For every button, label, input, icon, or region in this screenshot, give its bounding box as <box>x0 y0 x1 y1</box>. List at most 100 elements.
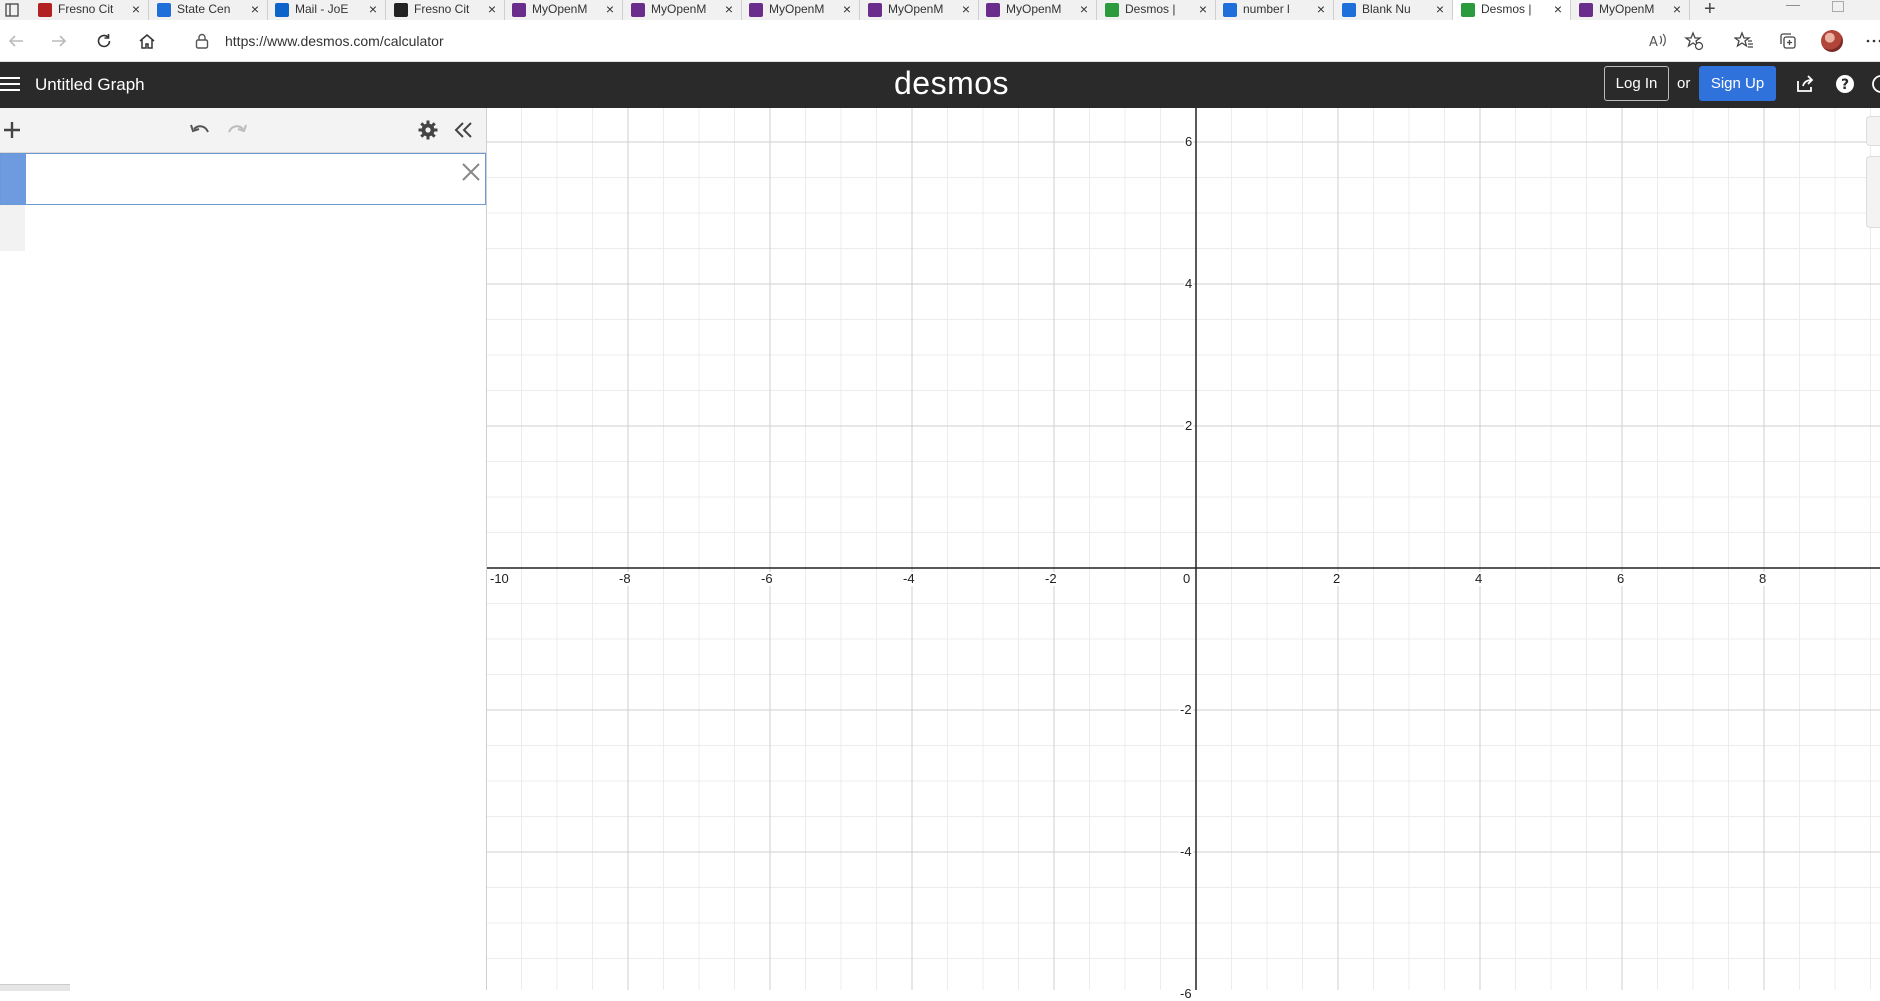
add-item-icon[interactable] <box>0 118 24 142</box>
tab-title: MyOpenM <box>888 2 944 16</box>
browser-tab[interactable]: Fresno Cit × <box>386 0 505 20</box>
x-tick-label: -8 <box>618 571 632 586</box>
myopenmath-icon <box>631 3 645 17</box>
x-tick-label: -6 <box>760 571 774 586</box>
close-tab-icon[interactable]: × <box>1317 1 1325 17</box>
back-arrow-icon[interactable] <box>4 29 28 53</box>
sd-icon <box>394 3 408 17</box>
close-tab-icon[interactable]: × <box>843 1 851 17</box>
tab-title: Fresno Cit <box>414 2 470 16</box>
tab-title: Desmos | <box>1481 2 1532 16</box>
tab-title: Desmos | <box>1125 2 1176 16</box>
close-tab-icon[interactable]: × <box>725 1 733 17</box>
outlook-icon <box>275 3 289 17</box>
redo-icon[interactable] <box>225 118 249 142</box>
maximize-icon[interactable] <box>1832 1 1844 12</box>
browser-tab[interactable]: MyOpenM × <box>1571 0 1690 20</box>
close-tab-icon[interactable]: × <box>1199 1 1207 17</box>
tab-title: Blank Nu <box>1362 2 1411 16</box>
close-tab-icon[interactable]: × <box>369 1 377 17</box>
myopenmath-icon <box>749 3 763 17</box>
collections-icon[interactable] <box>1776 29 1800 53</box>
more-options-icon[interactable] <box>1862 29 1880 53</box>
expression-toolbar <box>0 108 486 153</box>
browser-tab[interactable]: MyOpenM × <box>623 0 742 20</box>
browser-tab[interactable]: MyOpenM × <box>741 0 860 20</box>
tab-title: Mail - JoE <box>295 2 349 16</box>
empty-expression-tab[interactable] <box>0 205 25 251</box>
desmos-icon <box>1461 3 1475 17</box>
zoom-in-button[interactable] <box>1866 116 1880 146</box>
graph-paper[interactable]: -10 -8 -6 -4 -2 0 2 4 6 8 6 4 2 -2 -4 -6 <box>414 0 1880 1001</box>
undo-icon[interactable] <box>188 118 212 142</box>
profile-avatar[interactable] <box>1821 30 1843 52</box>
browser-tab[interactable]: Fresno Cit × <box>30 0 149 20</box>
expression-input[interactable] <box>29 160 453 200</box>
home-icon[interactable] <box>135 29 159 53</box>
lock-icon[interactable] <box>194 32 210 50</box>
y-tick-label: -6 <box>1179 986 1193 1001</box>
browser-tab[interactable]: Desmos | × <box>1452 0 1571 20</box>
close-tab-icon[interactable]: × <box>1554 1 1562 17</box>
browser-tab[interactable]: number l × <box>1215 0 1334 20</box>
close-tab-icon[interactable]: × <box>1436 1 1444 17</box>
zoom-controls[interactable] <box>1866 156 1880 228</box>
x-tick-label: 6 <box>1616 571 1626 586</box>
sign-up-button[interactable]: Sign Up <box>1699 66 1776 101</box>
building-icon <box>157 3 171 17</box>
browser-tab[interactable]: MyOpenM × <box>978 0 1097 20</box>
browser-tab[interactable]: State Cen × <box>149 0 268 20</box>
share-icon[interactable] <box>1794 73 1816 95</box>
close-tab-icon[interactable]: × <box>251 1 259 17</box>
add-favorite-icon[interactable] <box>1682 29 1706 53</box>
expression-row[interactable] <box>0 153 486 205</box>
y-tick-label: -4 <box>1179 844 1193 859</box>
browser-tab[interactable]: MyOpenM × <box>860 0 979 20</box>
help-icon[interactable]: ? <box>1834 73 1856 95</box>
x-tick-label: 8 <box>1758 571 1768 586</box>
myopenmath-icon <box>868 3 882 17</box>
tab-actions-icon[interactable] <box>5 3 19 17</box>
tab-title: MyOpenM <box>1599 2 1655 16</box>
x-tick-label: 2 <box>1332 571 1342 586</box>
y-tick-label: 6 <box>1184 134 1194 149</box>
tab-title: MyOpenM <box>769 2 825 16</box>
tab-title: number l <box>1243 2 1290 16</box>
read-aloud-icon[interactable]: A <box>1646 29 1670 53</box>
minimize-icon[interactable]: — <box>1786 0 1800 12</box>
desmos-icon <box>1105 3 1119 17</box>
language-icon[interactable] <box>1870 73 1880 95</box>
expression-color-tab[interactable] <box>1 154 26 204</box>
forward-arrow-icon[interactable] <box>47 29 71 53</box>
close-tab-icon[interactable]: × <box>488 1 496 17</box>
tab-title: MyOpenM <box>532 2 588 16</box>
delete-expression-icon[interactable] <box>459 160 483 184</box>
collapse-panel-icon[interactable] <box>452 118 476 142</box>
url-text[interactable]: https://www.desmos.com/calculator <box>225 33 444 49</box>
close-tab-icon[interactable]: × <box>1080 1 1088 17</box>
browser-tab[interactable]: Blank Nu × <box>1334 0 1453 20</box>
browser-tab[interactable]: Desmos | × <box>1097 0 1216 20</box>
close-tab-icon[interactable]: × <box>1673 1 1681 17</box>
browser-tab[interactable]: Mail - JoE × <box>267 0 386 20</box>
search-icon <box>1223 3 1237 17</box>
myopenmath-icon <box>512 3 526 17</box>
tab-title: State Cen <box>177 2 231 16</box>
tab-title: MyOpenM <box>651 2 707 16</box>
graph-title[interactable]: Untitled Graph <box>35 75 145 95</box>
refresh-icon[interactable] <box>92 29 116 53</box>
x-tick-label: -4 <box>902 571 916 586</box>
x-tick-label: -2 <box>1044 571 1058 586</box>
menu-icon[interactable] <box>0 77 20 93</box>
svg-text:?: ? <box>1841 77 1849 93</box>
y-tick-label: 2 <box>1184 418 1194 433</box>
new-tab-icon[interactable]: + <box>1704 0 1716 20</box>
close-tab-icon[interactable]: × <box>962 1 970 17</box>
log-in-button[interactable]: Log In <box>1604 66 1669 101</box>
tab-title: MyOpenM <box>1006 2 1062 16</box>
settings-gear-icon[interactable] <box>416 118 440 142</box>
close-tab-icon[interactable]: × <box>606 1 614 17</box>
close-tab-icon[interactable]: × <box>132 1 140 17</box>
browser-tab[interactable]: MyOpenM × <box>504 0 623 20</box>
favorites-icon[interactable] <box>1732 29 1756 53</box>
